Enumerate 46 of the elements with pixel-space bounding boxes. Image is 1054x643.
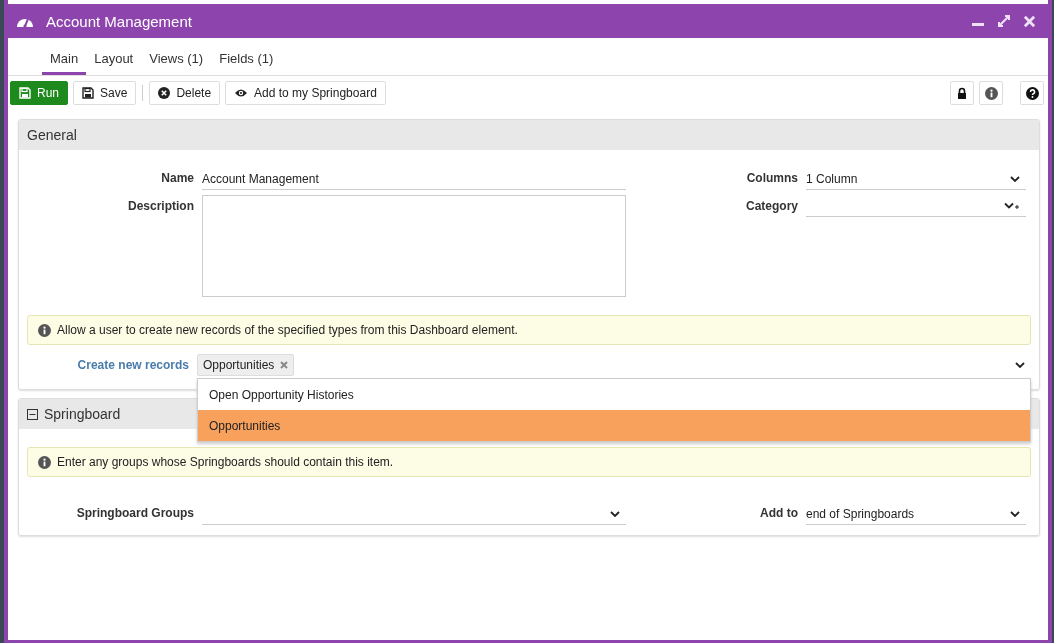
field-label: Add to <box>759 506 798 522</box>
toolbar-button[interactable]: Run <box>10 81 68 105</box>
info-text: Allow a user to create new records of the specified types from this Dashboard element. <box>57 323 518 337</box>
collapse-icon[interactable] <box>27 408 38 420</box>
chevron-down-icon <box>1010 175 1020 182</box>
description-field[interactable] <box>202 195 626 297</box>
maximize-icon[interactable] <box>997 14 1011 28</box>
panel-title: Springboard <box>44 406 121 422</box>
field-label: Description <box>127 198 194 215</box>
toolbar-button[interactable]: Delete <box>149 81 221 105</box>
dropdown-option[interactable]: Opportunities <box>198 410 1030 441</box>
chevron-down-icon <box>1010 510 1020 517</box>
info-text: Enter any groups whose Springboards should contain this item. <box>57 455 394 469</box>
field-label: Springboard Groups <box>75 506 194 522</box>
chevron-down-icon <box>610 510 620 517</box>
field-label: Name <box>160 171 194 187</box>
window-title: Account Management <box>46 12 192 30</box>
tab[interactable]: Views (1) <box>141 38 212 75</box>
columns-dropdown[interactable]: 1 Column <box>806 168 1026 190</box>
name-field[interactable]: Account Management <box>202 168 626 190</box>
chevron-down-icon <box>1015 361 1025 368</box>
help-icon <box>1025 86 1039 100</box>
selected-tag: Opportunities <box>197 353 295 376</box>
info-icon <box>38 455 51 469</box>
panel-title: General <box>27 127 77 143</box>
info-button[interactable] <box>979 81 1003 105</box>
toolbar-button[interactable]: Save <box>73 81 137 105</box>
lock-icon <box>957 87 967 99</box>
tab[interactable]: Layout <box>86 38 142 75</box>
info-icon <box>984 86 998 100</box>
toolbar-button[interactable]: Add to my Springboard <box>225 81 386 105</box>
close-icon[interactable] <box>1023 14 1036 28</box>
info-icon <box>38 323 51 337</box>
field-label: Create new records <box>76 358 189 372</box>
field-label: Category <box>745 198 798 215</box>
remove-icon[interactable] <box>280 360 289 369</box>
lock-button[interactable] <box>950 81 974 105</box>
chevron-plus-icon <box>1004 201 1020 210</box>
dropdown-option[interactable]: Open Opportunity Histories <box>198 379 1030 410</box>
field-label: Columns <box>745 171 798 187</box>
tab[interactable]: Fields (1) <box>211 38 282 75</box>
tab[interactable]: Main <box>42 38 87 75</box>
eye-icon <box>234 88 249 98</box>
help-button[interactable] <box>1020 81 1044 105</box>
close-circle-icon <box>158 87 171 99</box>
add-to-dropdown[interactable]: end of Springboards <box>806 503 1026 525</box>
